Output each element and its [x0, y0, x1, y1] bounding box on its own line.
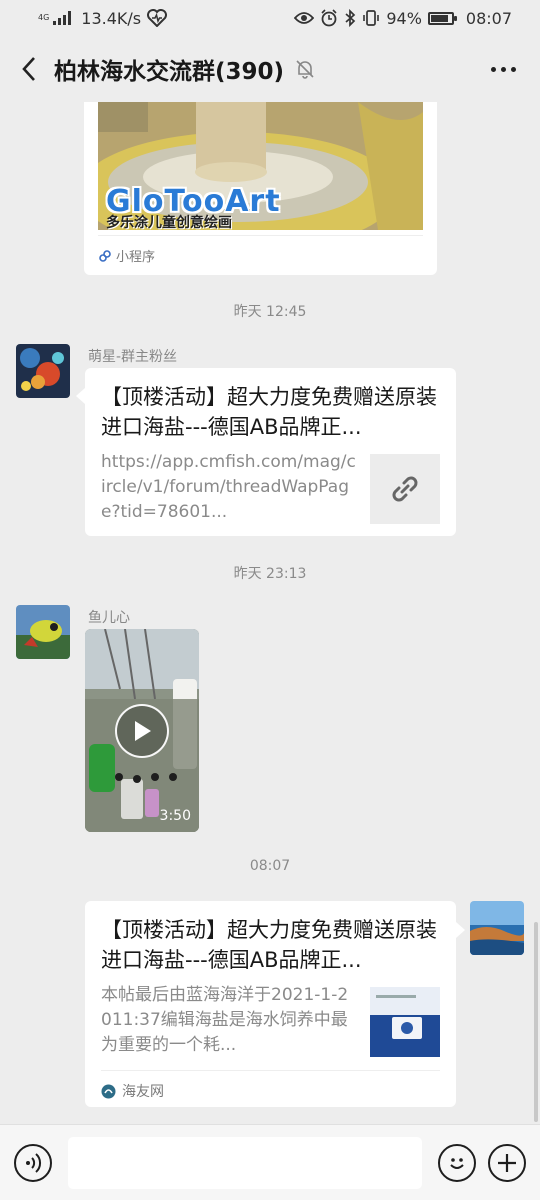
alarm-icon: [321, 9, 337, 27]
bubble-tail: [76, 388, 85, 404]
network-type-label: 4G: [38, 13, 50, 22]
link-card-source: 海友网: [101, 1070, 440, 1101]
smile-icon: [450, 1157, 464, 1169]
link-card-title: 【顶楼活动】超大力度免费赠送原装进口海盐---德国AB品牌正...: [101, 918, 437, 972]
back-button[interactable]: [14, 49, 44, 89]
input-bar: [0, 1124, 540, 1200]
voice-icon: [26, 1152, 42, 1173]
network-speed: 13.4K/s: [81, 8, 142, 28]
link-card-description: https://app.cmfish.com/mag/circle/v1/for…: [101, 452, 356, 522]
mini-program-card[interactable]: GloTooArt 多乐涂儿童创意绘画 小程序: [84, 102, 437, 275]
clock: 08:07: [465, 8, 512, 28]
link-card[interactable]: 【顶楼活动】超大力度免费赠送原装进口海盐---德国AB品牌正... https:…: [85, 368, 456, 536]
mini-program-footer: 小程序: [98, 235, 423, 275]
link-icon: [392, 476, 418, 502]
status-bar: 4G 13.4K/s 94% 08:07: [0, 0, 540, 36]
chat-title: 柏林海水交流群(390): [54, 59, 285, 85]
video-message[interactable]: 3:50: [85, 629, 199, 832]
chevron-left-icon: [22, 57, 35, 81]
emoji-button[interactable]: [438, 1143, 476, 1182]
bubble-tail: [456, 922, 465, 938]
message-input[interactable]: [68, 1136, 422, 1189]
avatar[interactable]: [16, 344, 70, 398]
timestamp: 08:07: [249, 858, 291, 874]
chat-messages[interactable]: GloTooArt 多乐涂儿童创意绘画 小程序 昨天 12:45 萌星-群主粉丝…: [0, 102, 540, 1124]
link-card-title: 【顶楼活动】超大力度免费赠送原装进口海盐---德国AB品牌正...: [101, 385, 437, 439]
network-type: 4G: [38, 14, 49, 22]
scrollbar[interactable]: [534, 922, 538, 1122]
link-card-description: 本帖最后由蓝海海洋于2021-1-2011:37编辑海盐是海水饲养中最为重要的一…: [101, 985, 349, 1055]
plus-icon: [498, 1153, 516, 1172]
sender-name: 萌星-群主粉丝: [88, 349, 178, 365]
link-card[interactable]: 【顶楼活动】超大力度免费赠送原装进口海盐---德国AB品牌正... 本帖最后由蓝…: [85, 901, 456, 1107]
site-icon: [101, 1084, 116, 1098]
video-duration: 3:50: [159, 808, 191, 824]
eye-icon: [294, 12, 315, 24]
timestamp: 昨天 23:13: [233, 566, 307, 582]
play-button[interactable]: [115, 704, 169, 758]
play-icon: [135, 721, 151, 741]
vibrate-icon: [363, 10, 380, 26]
more-functions-button[interactable]: [488, 1143, 526, 1182]
link-thumbnail: [370, 987, 440, 1057]
mini-program-icon: [99, 249, 111, 262]
timestamp: 昨天 12:45: [233, 304, 307, 320]
signal-icon: [53, 11, 72, 25]
avatar[interactable]: [16, 605, 70, 659]
battery-icon: [427, 11, 457, 25]
mini-program-label: 小程序: [116, 250, 156, 265]
avatar[interactable]: [470, 901, 524, 955]
sender-name: 鱼儿心: [88, 610, 130, 626]
battery-percent: 94%: [386, 8, 422, 28]
source-name: 海友网: [122, 1084, 164, 1100]
chat-header: 柏林海水交流群(390): [0, 36, 540, 102]
mini-program-image: GloTooArt 多乐涂儿童创意绘画: [98, 102, 423, 230]
more-options-button[interactable]: [481, 57, 526, 82]
voice-button[interactable]: [14, 1143, 52, 1182]
mute-bell-icon: [296, 60, 314, 79]
health-icon: [147, 9, 168, 27]
link-thumbnail: [370, 454, 440, 524]
bluetooth-icon: [345, 9, 356, 27]
mini-program-brand-sub: 多乐涂儿童创意绘画: [106, 215, 232, 230]
